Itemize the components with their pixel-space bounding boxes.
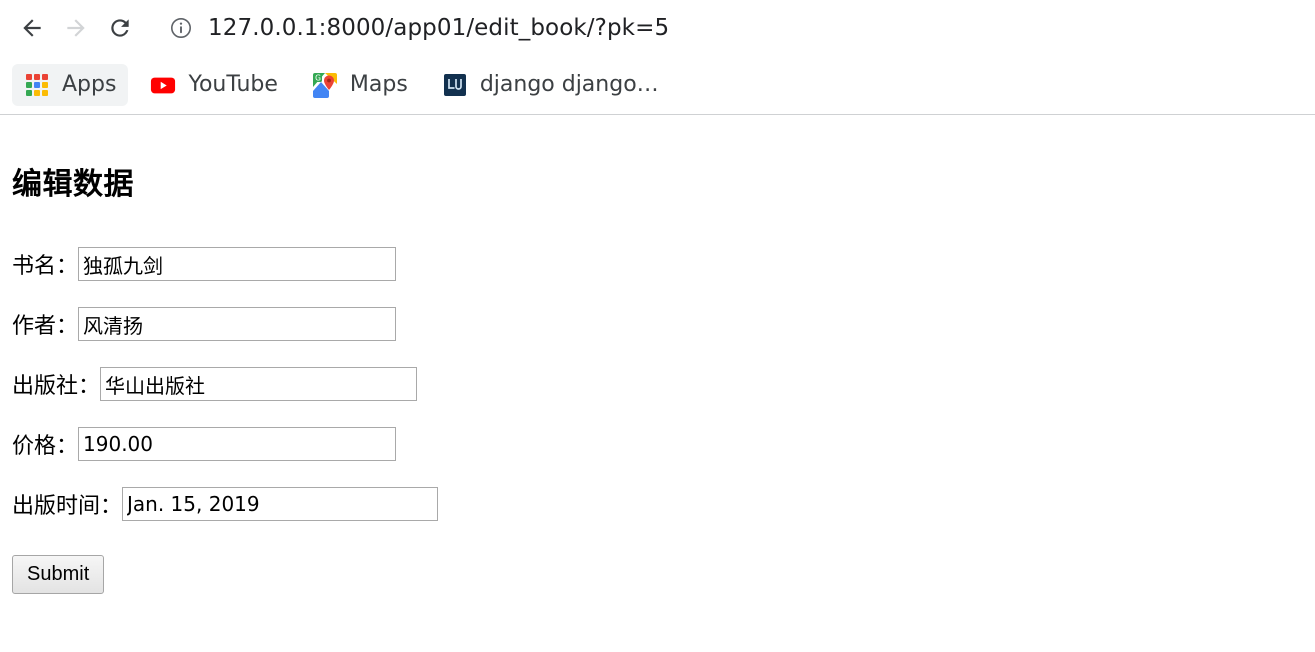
arrow-left-icon <box>23 18 41 37</box>
svg-text:G: G <box>315 73 321 82</box>
submit-button[interactable]: Submit <box>12 555 105 594</box>
info-circle-icon[interactable] <box>168 15 194 41</box>
bookmark-django[interactable]: django django… <box>430 64 671 106</box>
book-publish-date-input[interactable] <box>122 487 439 521</box>
book-publish-date-label: 出版时间： <box>12 494 123 519</box>
google-maps-icon: G <box>312 72 338 98</box>
bookmark-apps[interactable]: Apps <box>12 63 129 106</box>
bookmark-label: Apps <box>62 72 117 97</box>
back-button[interactable] <box>10 6 54 50</box>
browser-chrome: 127.0.0.1:8000/app01/edit_book/?pk=5 App… <box>0 0 1315 115</box>
edit-book-form: 书名： 作者： 出版社： 价格： 出版时间： Submit <box>12 247 1303 594</box>
navigation-toolbar: 127.0.0.1:8000/app01/edit_book/?pk=5 <box>0 0 1315 55</box>
reload-button[interactable] <box>98 6 142 50</box>
bookmark-label: Maps <box>349 72 408 97</box>
bookmark-label: django django… <box>479 72 659 97</box>
apps-grid-icon <box>24 72 50 98</box>
page-title: 编辑数据 <box>12 167 134 202</box>
form-row-book-publisher: 出版社： <box>12 367 1303 401</box>
book-price-input[interactable] <box>78 427 397 461</box>
book-author-label: 作者： <box>12 314 79 339</box>
bookmark-youtube[interactable]: YouTube <box>138 64 289 106</box>
bookmarks-bar: Apps YouTube G Maps django django… <box>0 55 1315 114</box>
reload-icon <box>111 18 129 37</box>
address-bar[interactable]: 127.0.0.1:8000/app01/edit_book/?pk=5 <box>154 6 1295 49</box>
bookmark-label: YouTube <box>188 72 278 97</box>
page-content: 编辑数据 书名： 作者： 出版社： 价格： 出版时间： Submit <box>0 159 1315 652</box>
form-row-book-author: 作者： <box>12 307 1303 341</box>
django-site-icon <box>442 72 468 98</box>
book-publisher-label: 出版社： <box>12 374 101 399</box>
arrow-right-icon <box>67 18 85 37</box>
book-author-input[interactable] <box>78 307 397 341</box>
book-title-input[interactable] <box>78 247 397 281</box>
forward-button[interactable] <box>54 6 98 50</box>
form-row-book-price: 价格： <box>12 427 1303 461</box>
bookmark-maps[interactable]: G Maps <box>300 64 420 106</box>
form-row-book-publish-date: 出版时间： <box>12 487 1303 521</box>
book-publisher-input[interactable] <box>100 367 418 401</box>
book-price-label: 价格： <box>12 434 79 459</box>
youtube-icon <box>150 72 176 98</box>
book-title-label: 书名： <box>12 254 79 279</box>
form-row-book-title: 书名： <box>12 247 1303 281</box>
url-text: 127.0.0.1:8000/app01/edit_book/?pk=5 <box>208 14 670 41</box>
